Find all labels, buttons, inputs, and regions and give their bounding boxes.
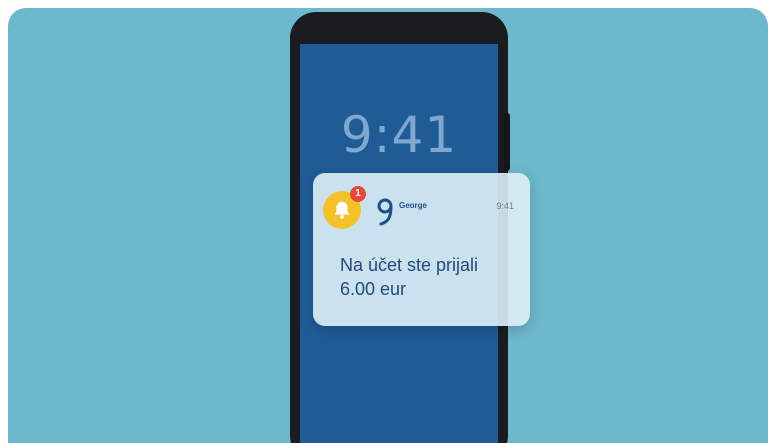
george-logo-icon: [376, 197, 394, 227]
lock-screen-clock: 9:41: [340, 106, 458, 164]
notification-app-name: George: [399, 201, 428, 210]
notification-time: 9:41: [496, 201, 514, 211]
push-notification[interactable]: 1 George 9:41 Na účet ste prijali 6.00 e…: [313, 173, 530, 326]
notification-message-line2: 6.00 eur: [340, 279, 407, 299]
phone-side-button: [504, 113, 510, 171]
promo-card: 9:41 1 George 9:41 Na účet ste prijali 6…: [8, 8, 768, 443]
notification-message-line1: Na účet ste prijali: [340, 255, 479, 275]
notification-message: Na účet ste prijali 6.00 eur: [340, 253, 525, 301]
notification-count-badge: 1: [350, 186, 366, 202]
